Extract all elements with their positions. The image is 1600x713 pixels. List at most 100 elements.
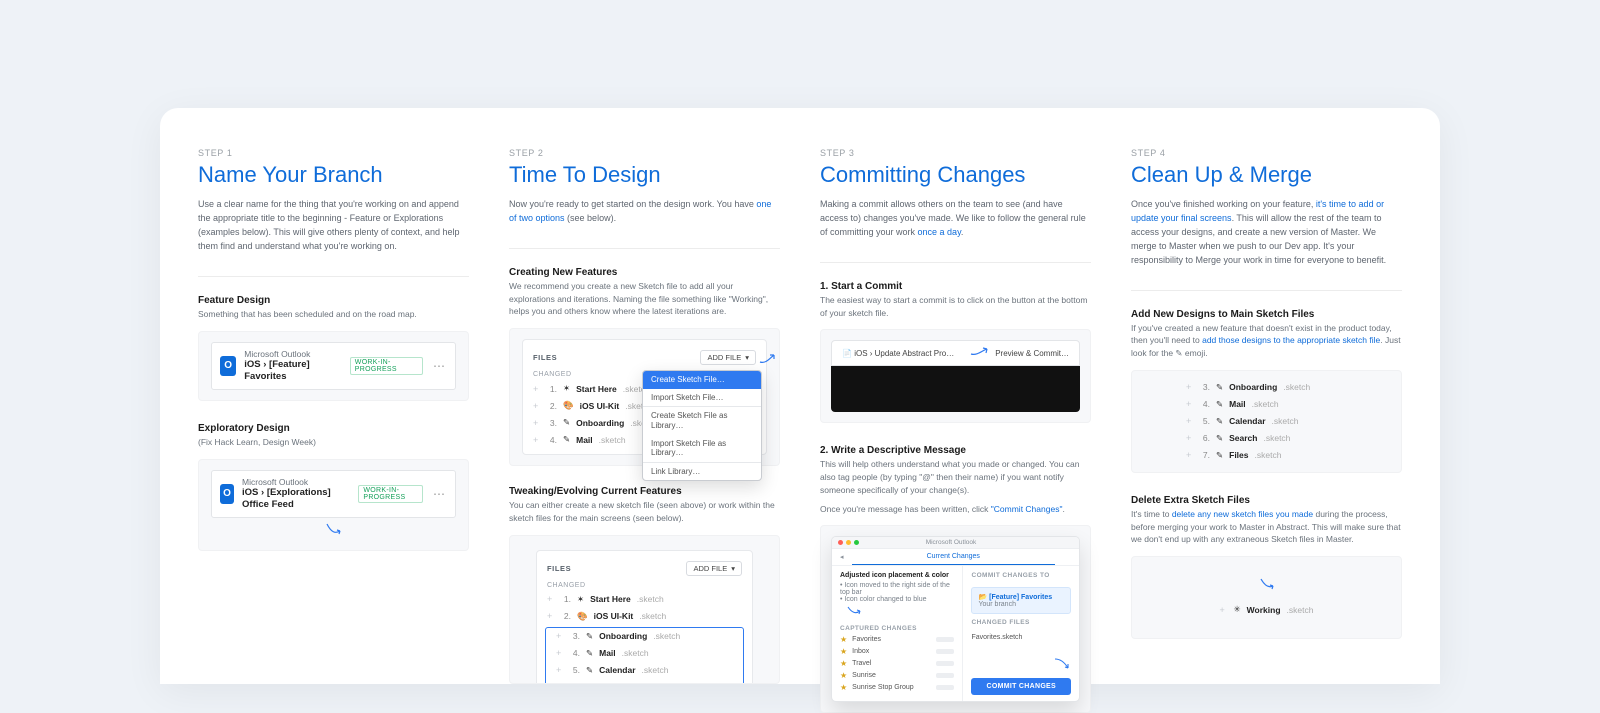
app-name: Microsoft Outlook — [242, 477, 342, 488]
files-panel: FILES ADD FILE▾ CHANGED +1.✶Start Here.s… — [536, 550, 753, 684]
add-file-button[interactable]: ADD FILE▾ — [700, 350, 756, 365]
more-icon[interactable]: ⋯ — [431, 359, 447, 373]
branch-sub: Your branch — [978, 601, 1064, 608]
inline-link[interactable]: add those designs to the appropriate ske… — [1202, 335, 1380, 345]
menu-item[interactable]: Import Sketch File… — [643, 389, 761, 407]
artboard-name: Sunrise — [852, 672, 876, 679]
file-name: Calendar — [1229, 416, 1265, 426]
annotation-arrow-icon — [758, 352, 776, 368]
file-index: 4. — [1200, 399, 1210, 409]
annotation-arrow-icon — [846, 605, 862, 619]
step-title: Name Your Branch — [198, 162, 469, 188]
file-ext: .sketch — [1263, 433, 1290, 443]
expand-icon[interactable]: + — [556, 648, 564, 658]
changed-files-label: CHANGED FILES — [971, 619, 1071, 626]
expand-icon[interactable]: + — [533, 401, 541, 411]
file-name: Start Here — [590, 594, 631, 604]
file-row[interactable]: +6.✎Search.sketch — [1176, 430, 1357, 447]
back-icon[interactable]: ◂ — [832, 549, 852, 565]
file-row[interactable]: +5.✎Calendar.sketch — [546, 662, 743, 679]
file-type-icon: ✎ — [563, 417, 570, 428]
file-ext: .sketch — [1283, 382, 1310, 392]
file-row[interactable]: +7.✎Files.sketch — [1176, 447, 1357, 464]
artboard-row: ★Sunrise — [840, 671, 954, 680]
minimize-icon[interactable] — [846, 540, 851, 545]
file-index: 1. — [561, 594, 571, 604]
subtext: It's time to delete any new sketch files… — [1131, 508, 1402, 546]
more-icon[interactable]: ⋯ — [431, 487, 447, 501]
figure-sketch-toolbar: 📄 iOS › Update Abstract Pro… Preview & C… — [820, 329, 1091, 423]
expand-icon[interactable]: + — [533, 384, 541, 394]
expand-icon[interactable]: + — [547, 611, 555, 621]
expand-icon[interactable]: + — [547, 594, 555, 604]
subhead: Exploratory Design — [198, 423, 469, 434]
artboard-name: Favorites — [852, 636, 881, 643]
file-row[interactable]: +3.✎Onboarding.sketch — [546, 628, 743, 645]
add-file-button[interactable]: ADD FILE▾ — [686, 561, 742, 576]
step-1-column: STEP 1 Name Your Branch Use a clear name… — [178, 148, 489, 684]
expand-icon[interactable]: + — [556, 665, 564, 675]
files-label: FILES — [533, 353, 557, 362]
file-row[interactable]: +4.✎Mail.sketch — [1176, 396, 1357, 413]
menu-item[interactable]: Create Sketch File as Library… — [643, 407, 761, 434]
annotation-arrow-icon — [969, 346, 989, 360]
expand-icon[interactable]: + — [533, 435, 541, 445]
expand-icon[interactable]: + — [1186, 416, 1194, 426]
expand-icon[interactable]: + — [533, 418, 541, 428]
abstract-window: Microsoft Outlook ◂ Current Changes Adju… — [831, 536, 1080, 702]
file-ext: .sketch — [599, 435, 626, 445]
inline-link[interactable]: "Commit Changes" — [991, 504, 1063, 514]
preview-commit-button[interactable]: Preview & Commit… — [995, 349, 1069, 358]
tab-current-changes[interactable]: Current Changes — [852, 549, 1055, 565]
annotation-arrow-icon — [1053, 657, 1071, 673]
step-intro: Once you've finished working on your fea… — [1131, 198, 1402, 268]
file-row[interactable]: +1.✶Start Here.sketch — [537, 591, 752, 608]
file-index: 3. — [570, 631, 580, 641]
inline-link[interactable]: delete any new sketch files you made — [1172, 509, 1313, 519]
file-row[interactable]: +3.✎Onboarding.sketch — [1176, 379, 1357, 396]
file-index: 7. — [1200, 450, 1210, 460]
expand-icon[interactable]: + — [1186, 450, 1194, 460]
file-index: 4. — [547, 435, 557, 445]
inline-link[interactable]: once a day — [918, 227, 961, 237]
menu-item[interactable]: Import Sketch File as Library… — [643, 435, 761, 462]
menu-item[interactable]: Create Sketch File… — [643, 371, 761, 389]
outlook-icon: O — [220, 484, 234, 504]
file-type-icon: ✎ — [1216, 382, 1223, 393]
star-icon: ★ — [840, 683, 847, 692]
thumb-placeholder — [936, 637, 954, 642]
subtext: We recommend you create a new Sketch fil… — [509, 280, 780, 318]
menu-item[interactable]: Link Library… — [643, 463, 761, 481]
expand-icon[interactable]: + — [1220, 605, 1228, 615]
expand-icon[interactable]: + — [1186, 433, 1194, 443]
expand-icon[interactable]: + — [556, 631, 564, 641]
file-row[interactable]: +6.✎Search.sketch — [546, 679, 743, 684]
subhead: Creating New Features — [509, 267, 780, 278]
document-card: STEP 1 Name Your Branch Use a clear name… — [160, 108, 1440, 684]
file-name: Onboarding — [576, 418, 624, 428]
annotation-arrow-icon — [1176, 577, 1357, 595]
star-icon: ★ — [840, 635, 847, 644]
close-icon[interactable] — [838, 540, 843, 545]
file-name: Working — [1247, 605, 1281, 615]
file-ext: .sketch — [1287, 605, 1314, 615]
step-title: Time To Design — [509, 162, 780, 188]
file-name: Onboarding — [1229, 382, 1277, 392]
expand-icon[interactable]: + — [1186, 382, 1194, 392]
subtext: Once you're message has been written, cl… — [820, 503, 1091, 516]
file-row[interactable]: +2.🎨iOS UI-Kit.sketch — [537, 608, 752, 625]
file-row[interactable]: +4.✎Mail.sketch — [546, 645, 743, 662]
subhead: Delete Extra Sketch Files — [1131, 495, 1402, 506]
step-label: STEP 4 — [1131, 148, 1402, 158]
changed-file: Favorites.sketch — [971, 634, 1071, 641]
subhead: 2. Write a Descriptive Message — [820, 445, 1091, 456]
commit-detail: • Icon moved to the right side of the to… — [840, 582, 954, 596]
file-row[interactable]: +5.✎Calendar.sketch — [1176, 413, 1357, 430]
commit-changes-button[interactable]: COMMIT CHANGES — [971, 678, 1071, 695]
file-list: +3.✎Onboarding.sketch+4.✎Mail.sketch+5.✎… — [1176, 379, 1357, 464]
zoom-icon[interactable] — [854, 540, 859, 545]
expand-icon[interactable]: + — [1186, 399, 1194, 409]
annotation-arrow-icon — [211, 522, 456, 540]
file-list: +1.✶Start Here.sketch+2.🎨iOS UI-Kit.sket… — [537, 591, 752, 684]
file-name: Mail — [576, 435, 593, 445]
